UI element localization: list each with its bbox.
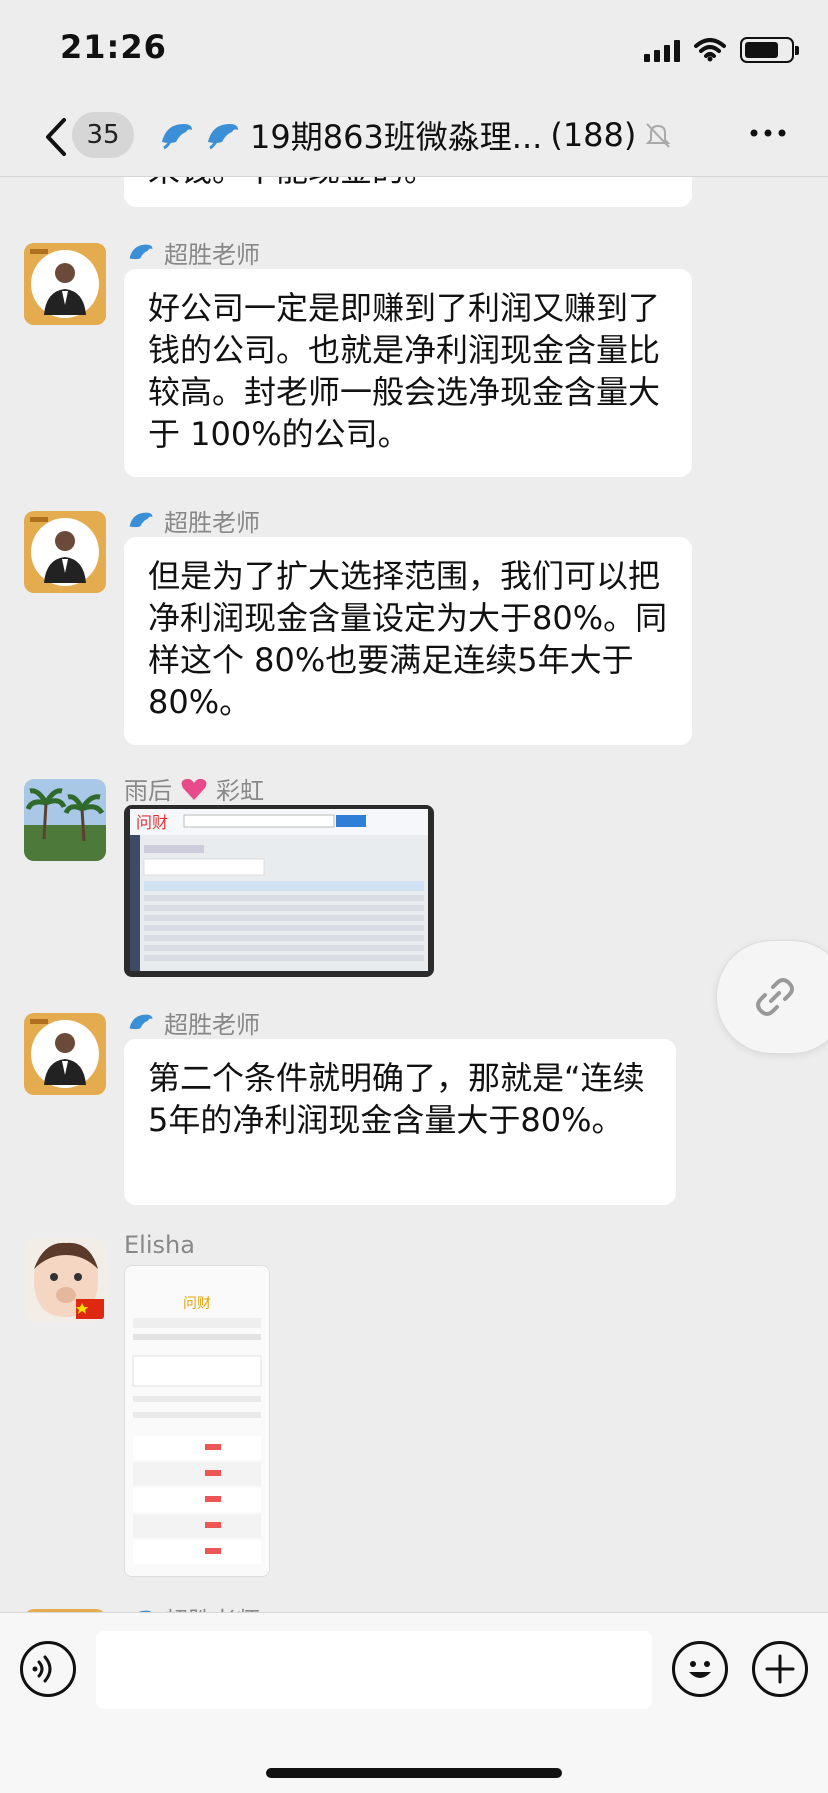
dolphin-icon: [129, 1014, 153, 1029]
message-bubble[interactable]: 第二个条件就明确了，那就是“连续5年的净利润现金含量大于80%。: [124, 1039, 676, 1205]
status-icons: [644, 30, 799, 70]
home-indicator: [266, 1768, 562, 1778]
status-time: 21:26: [60, 28, 167, 66]
more-icon[interactable]: [748, 118, 788, 148]
avatar[interactable]: [24, 243, 106, 325]
input-bar: [0, 1612, 828, 1793]
dolphin-icon: [162, 124, 192, 150]
member-count: (188): [550, 116, 637, 154]
message-bubble[interactable]: 但是为了扩大选择范围，我们可以把净利润现金含量设定为大于80%。同样这个 80%…: [124, 537, 692, 745]
sender-name: Elisha: [124, 1231, 195, 1259]
svg-text:问财: 问财: [183, 1296, 211, 1312]
emoji-button[interactable]: [672, 1641, 728, 1697]
message-text: 来钱。不能现金的。: [148, 177, 436, 189]
plus-icon: [765, 1654, 795, 1684]
sender-name-part2: 彩虹: [216, 777, 264, 805]
sender-name: 超胜老师: [126, 1601, 260, 1612]
chat-header: 35 19期863班微淼理... (188): [0, 96, 828, 177]
avatar[interactable]: [24, 779, 106, 861]
sender-name-text: 超胜老师: [164, 509, 260, 537]
signal-icon: [644, 38, 680, 62]
sender-name-part1: 雨后: [124, 777, 172, 805]
message-list[interactable]: 来钱。不能现金的。 超胜老师 好公司一定是即赚到了利润又赚到了钱的公司。也就是净…: [0, 177, 828, 1612]
emoji-icon: [689, 1661, 711, 1678]
chat-title[interactable]: 19期863班微淼理... (188): [158, 110, 672, 160]
sender-name: 超胜老师: [126, 503, 260, 538]
message-text: 但是为了扩大选择范围，我们可以把净利润现金含量设定为大于80%。同样这个 80%…: [148, 557, 668, 721]
status-bar: 21:26: [0, 0, 828, 100]
unread-badge[interactable]: 35: [72, 112, 134, 158]
sender-name-text: 超胜老师: [164, 1011, 260, 1039]
battery-icon: [740, 37, 799, 63]
message-bubble[interactable]: 好公司一定是即赚到了利润又赚到了钱的公司。也就是净利润现金含量比较高。封老师一般…: [124, 269, 692, 477]
avatar[interactable]: [24, 511, 106, 593]
image-message[interactable]: 问财: [124, 805, 434, 977]
floating-link-button[interactable]: [716, 940, 828, 1054]
sender-name-text: 超胜老师: [164, 241, 260, 269]
message-text: 第二个条件就明确了，那就是“连续5年的净利润现金含量大于80%。: [148, 1059, 645, 1139]
message-input[interactable]: [96, 1631, 652, 1709]
sender-name-text: 超胜老师: [164, 1601, 260, 1612]
image-message[interactable]: 问财: [124, 1265, 270, 1577]
plus-button[interactable]: [752, 1641, 808, 1697]
wifi-icon: [694, 38, 726, 62]
sender-name-text: Elisha: [124, 1231, 195, 1259]
chat-title-text: 19期863班微淼理...: [250, 118, 543, 156]
avatar[interactable]: [24, 1239, 106, 1321]
avatar[interactable]: [24, 1013, 106, 1095]
sender-name: 超胜老师: [126, 235, 260, 270]
sender-name: 雨后 彩虹: [124, 771, 264, 806]
svg-text:问财: 问财: [136, 813, 168, 832]
message-text: 好公司一定是即赚到了利润又赚到了钱的公司。也就是净利润现金含量比较高。封老师一般…: [148, 289, 661, 453]
bell-off-icon: [645, 123, 671, 148]
dolphin-icon: [129, 244, 153, 259]
voice-icon: [32, 1655, 52, 1683]
sender-name: 超胜老师: [126, 1005, 260, 1040]
voice-button[interactable]: [20, 1641, 76, 1697]
link-icon: [756, 978, 794, 1016]
heart-icon: [181, 778, 207, 800]
dolphin-icon: [129, 512, 153, 527]
message-bubble[interactable]: 来钱。不能现金的。: [124, 177, 692, 207]
dolphin-icon: [208, 124, 238, 150]
